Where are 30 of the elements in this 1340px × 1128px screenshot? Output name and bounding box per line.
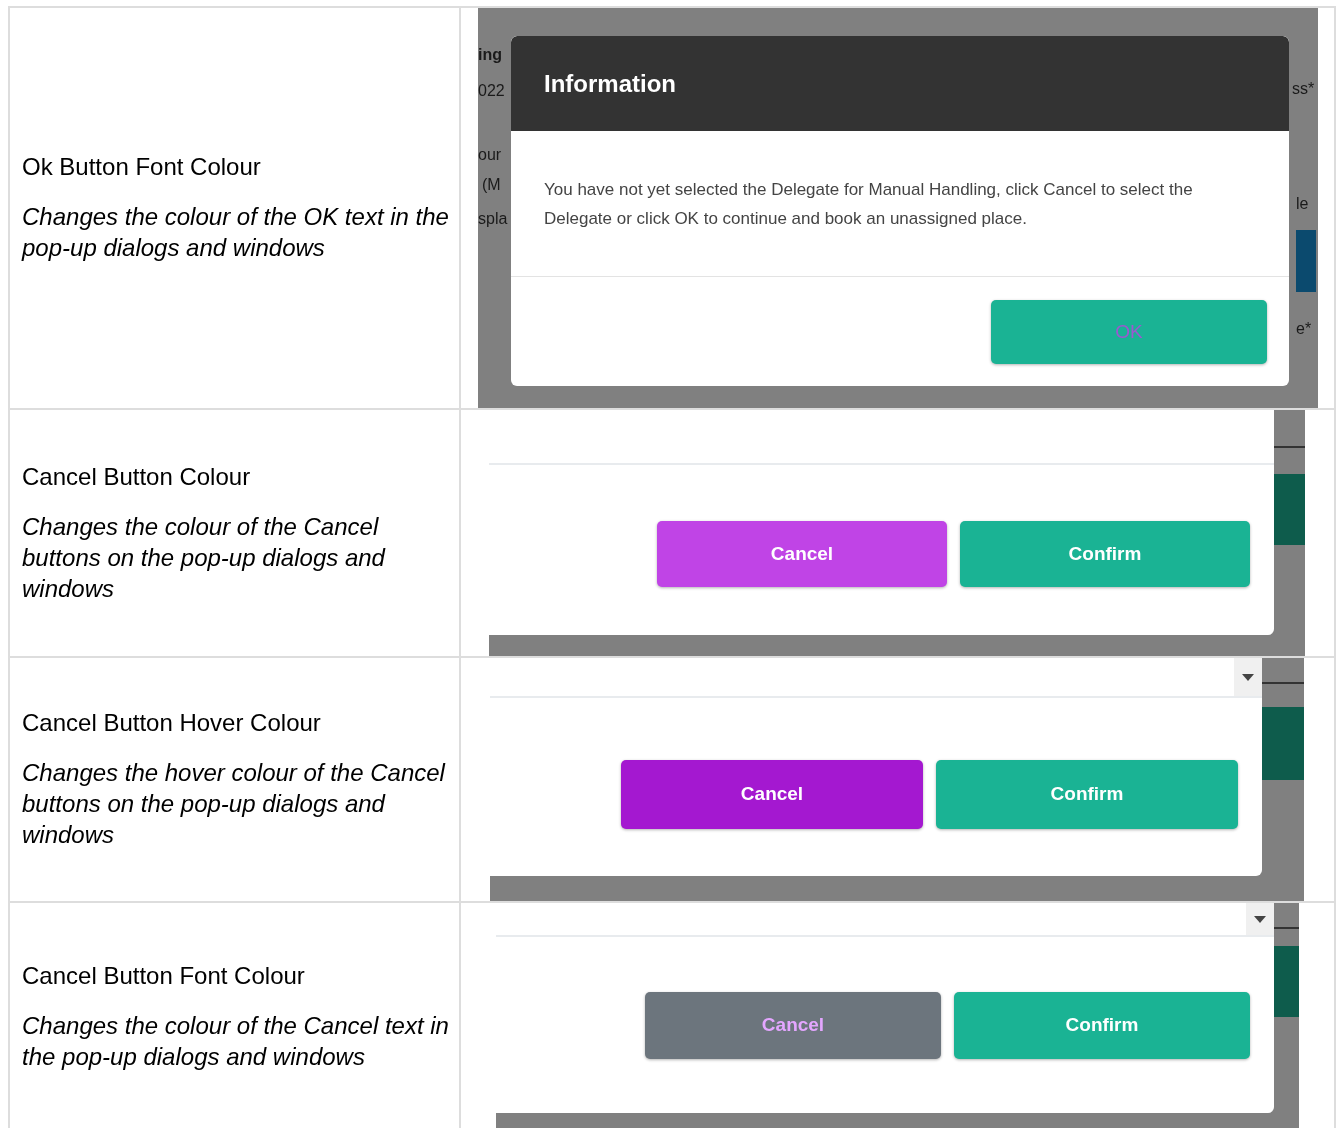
dialog-message: You have not yet selected the Delegate for Manual Handling, click Cancel to select the Delegate or click OK to continue and book an unassigned place.	[544, 178, 1194, 230]
confirm-button[interactable]: Confirm	[960, 521, 1250, 587]
cancel-button[interactable]: Cancel	[645, 991, 941, 1059]
dropdown-button[interactable]	[1234, 658, 1262, 696]
background-text: (M	[482, 176, 501, 194]
dialog-title: Information	[544, 69, 676, 98]
setting-description: Changes the colour of the Cancel text in the pop-up dialogs and windows	[22, 1011, 449, 1072]
setting-description: Changes the colour of the Cancel buttons on the pop-up dialogs and windows	[22, 511, 387, 604]
setting-title: Cancel Button Hover Colour	[22, 709, 322, 737]
confirm-button[interactable]: Confirm	[936, 759, 1238, 829]
cancel-button[interactable]: Cancel	[657, 521, 947, 587]
ok-button[interactable]: OK	[991, 299, 1267, 364]
confirm-button[interactable]: Confirm	[954, 991, 1250, 1059]
setting-title: Ok Button Font Colour	[22, 153, 262, 181]
setting-title: Cancel Button Font Colour	[22, 962, 306, 990]
background-text: 022	[478, 82, 505, 100]
background-text: ing	[478, 46, 502, 64]
caret-down-icon	[1242, 673, 1254, 681]
caret-down-icon	[1254, 915, 1266, 923]
setting-title: Cancel Button Colour	[22, 462, 252, 491]
setting-description: Changes the colour of the OK text in the pop-up dialogs and windows	[22, 202, 449, 263]
background-text: our	[478, 146, 502, 164]
background-block	[1296, 230, 1316, 292]
background-text: spla	[478, 210, 508, 228]
cancel-button[interactable]: Cancel	[621, 759, 923, 829]
background-text: le	[1296, 195, 1309, 213]
background-text: e*	[1296, 320, 1312, 338]
dropdown-button[interactable]	[1246, 903, 1274, 935]
setting-description: Changes the hover colour of the Cancel buttons on the pop-up dialogs and windows	[22, 758, 447, 850]
background-text: ss*	[1292, 80, 1315, 98]
